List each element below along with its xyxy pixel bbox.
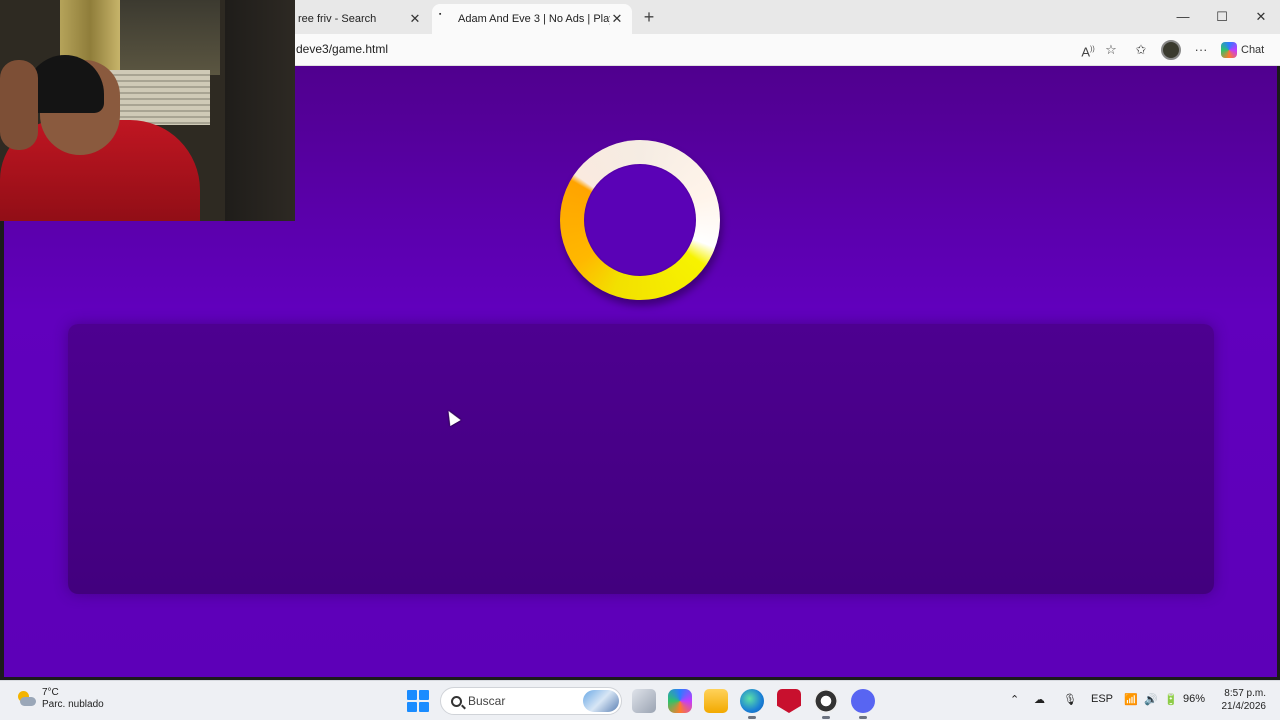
more-options-icon[interactable]: ··· xyxy=(1190,40,1212,60)
close-button[interactable]: ✕ xyxy=(1246,6,1276,28)
weather-temp: 7°C xyxy=(42,687,59,698)
copilot-icon xyxy=(1221,42,1237,58)
mcafee-icon[interactable] xyxy=(777,689,801,713)
discord-icon[interactable] xyxy=(851,689,875,719)
game-canvas-panel[interactable] xyxy=(68,324,1214,594)
volume-icon[interactable]: 🔊 xyxy=(1144,693,1158,706)
battery-percent: 96% xyxy=(1183,693,1206,705)
edge-browser-icon[interactable] xyxy=(740,689,764,719)
chat-label: Chat xyxy=(1241,44,1265,56)
onedrive-cloud-icon[interactable]: ☁ xyxy=(1034,693,1045,706)
profile-avatar[interactable] xyxy=(1161,40,1181,60)
weather-widget[interactable]: 7°C Parc. nublado xyxy=(16,687,104,711)
webcam-person-hand xyxy=(0,60,38,150)
webcam-window xyxy=(110,0,220,75)
battery-icon[interactable]: 🔋 xyxy=(1164,693,1178,706)
copilot-app-icon[interactable] xyxy=(668,689,692,713)
task-view-icon[interactable] xyxy=(632,689,656,713)
file-explorer-icon[interactable] xyxy=(704,689,728,713)
obs-icon[interactable] xyxy=(814,689,838,719)
tab-game[interactable]: ⠁ Adam And Eve 3 | No Ads | Play At ✕ xyxy=(432,4,632,34)
new-tab-button[interactable]: + xyxy=(638,7,660,29)
tab-game-title: Adam And Eve 3 | No Ads | Play At xyxy=(458,13,610,25)
taskbar-search[interactable]: Buscar xyxy=(440,687,622,715)
tab-game-close-icon[interactable]: ✕ xyxy=(610,11,624,27)
wifi-icon[interactable]: 📶 xyxy=(1124,693,1138,706)
system-clock[interactable]: 8:57 p.m. 21/4/2026 xyxy=(1216,687,1267,713)
maximize-button[interactable]: ☐ xyxy=(1207,6,1237,28)
weather-condition: Parc. nublado xyxy=(42,699,104,710)
tab-search-title: ree friv - Search xyxy=(298,13,377,25)
loading-spinner xyxy=(560,140,720,300)
windows-start-button[interactable] xyxy=(407,690,429,712)
search-icon xyxy=(451,695,462,707)
tab-favicon-icon: ⠁ xyxy=(438,12,446,22)
favorites-list-icon[interactable]: ✩ xyxy=(1130,40,1152,60)
clock-date: 21/4/2026 xyxy=(1221,701,1267,712)
clock-time: 8:57 p.m. xyxy=(1224,688,1266,699)
partly-cloudy-icon xyxy=(16,690,36,708)
show-hidden-icons-chevron-icon[interactable]: ⌃ xyxy=(1010,693,1019,706)
minimize-button[interactable]: — xyxy=(1168,6,1198,28)
microphone-icon[interactable]: 🎙 xyxy=(1063,693,1077,706)
tab-search-close-icon[interactable]: ✕ xyxy=(408,11,422,27)
webcam-overlay xyxy=(0,0,295,221)
tab-search[interactable]: ree friv - Search ✕ xyxy=(290,4,430,34)
search-placeholder: Buscar xyxy=(468,694,506,708)
webcam-radiator xyxy=(105,70,210,125)
favorite-star-icon[interactable]: ☆ xyxy=(1100,40,1122,60)
language-indicator[interactable]: ESP xyxy=(1091,693,1113,705)
url-field[interactable]: deve3/game.html xyxy=(296,42,388,56)
taskbar: 7°C Parc. nublado Buscar ⌃ ☁ 🎙 ESP 📶 🔊 🔋… xyxy=(0,680,1280,720)
webcam-door xyxy=(225,0,295,221)
read-aloud-icon[interactable]: A)) xyxy=(1077,40,1099,60)
copilot-chat-button[interactable]: Chat xyxy=(1221,39,1264,61)
search-highlight-icon xyxy=(583,690,619,712)
